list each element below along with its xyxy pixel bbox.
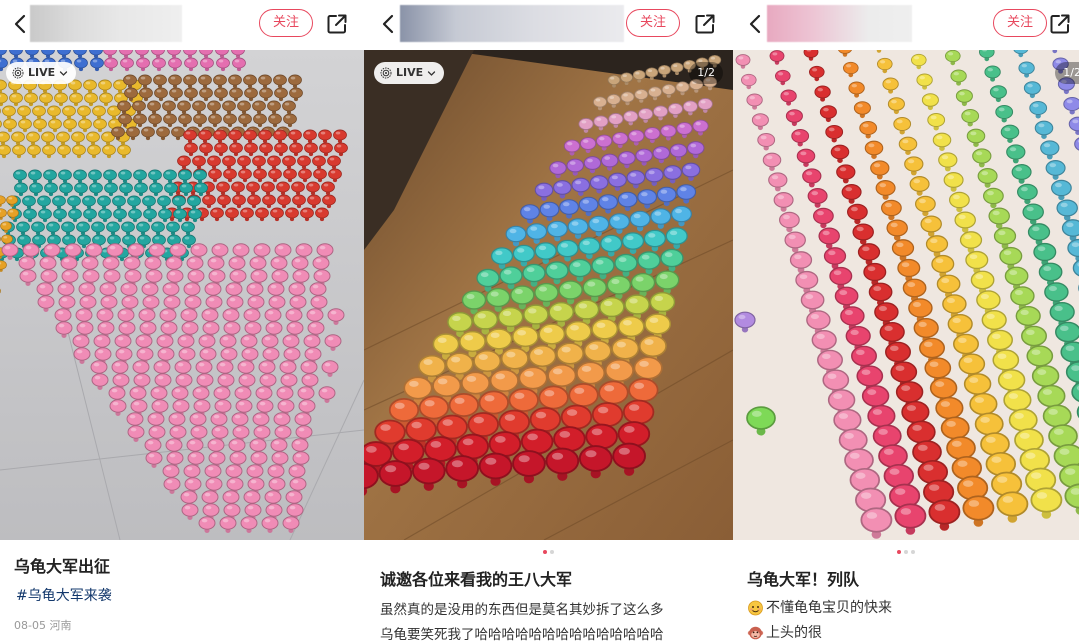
chevron-down-icon — [427, 70, 436, 76]
follow-button[interactable]: 关注 — [993, 9, 1047, 37]
author-info-blurred[interactable] — [30, 5, 182, 42]
carousel-dots — [364, 550, 733, 556]
post-photo[interactable] — [0, 50, 364, 540]
post-text: 不懂龟龟宝贝的快来 — [766, 600, 892, 616]
chevron-left-icon[interactable] — [378, 12, 400, 36]
follow-button[interactable]: 关注 — [259, 9, 313, 37]
face-emoji-icon — [748, 600, 763, 615]
chevron-down-icon — [59, 70, 68, 76]
share-icon[interactable] — [1049, 13, 1071, 35]
carousel-dot[interactable] — [543, 550, 547, 554]
post-panel-1: 关注 LIVE 乌龟大军出征 #乌龟大军来袭 08-05 河南 — [0, 0, 364, 642]
carousel-dot[interactable] — [911, 550, 915, 554]
post-title[interactable]: 乌龟大军！列队 — [747, 566, 859, 590]
post-text-line: 上头的很 — [747, 622, 822, 642]
post-description-line: 乌龟要笑死我了哈哈哈哈哈哈哈哈哈哈哈哈哈哈 — [380, 627, 664, 642]
carousel-dot[interactable] — [897, 550, 901, 554]
post-panel-2: 关注 LIVE 1/2 诚邀各位来看我的王八大军 虽然真的是没用的东西但是莫名其… — [364, 0, 733, 642]
live-icon — [380, 67, 392, 79]
post-title[interactable]: 诚邀各位来看我的王八大军 — [380, 566, 572, 590]
chevron-left-icon[interactable] — [745, 12, 767, 36]
live-photo-badge[interactable]: LIVE — [374, 62, 445, 84]
post-photo[interactable] — [733, 50, 1079, 540]
share-icon[interactable] — [694, 13, 716, 35]
hashtag-link[interactable]: #乌龟大军来袭 — [16, 585, 112, 605]
carousel-dot[interactable] — [550, 550, 554, 554]
post-text-line: 不懂龟龟宝贝的快来 — [747, 597, 892, 617]
author-info-blurred[interactable] — [767, 5, 912, 42]
live-label: LIVE — [396, 66, 424, 79]
image-page-counter: 1/2 — [689, 62, 723, 84]
live-icon — [12, 67, 24, 79]
image-page-counter: 1/2 — [1055, 62, 1079, 84]
monkey-emoji-icon — [747, 626, 764, 639]
post-text: 上头的很 — [766, 625, 822, 641]
post-header: 关注 — [364, 0, 733, 50]
share-icon[interactable] — [326, 13, 348, 35]
post-description-line: 虽然真的是没用的东西但是莫名其妙拆了这么多 — [380, 602, 664, 618]
follow-button[interactable]: 关注 — [626, 9, 680, 37]
post-title[interactable]: 乌龟大军出征 — [14, 553, 110, 577]
author-info-blurred[interactable] — [400, 5, 624, 42]
live-label: LIVE — [28, 66, 56, 79]
post-date-location: 08-05 河南 — [14, 619, 72, 632]
post-photo[interactable] — [364, 50, 733, 540]
live-photo-badge[interactable]: LIVE — [6, 62, 77, 84]
post-panel-3: 关注 1/2 乌龟大军！列队 不懂龟龟宝贝的快来 上头的很 — [733, 0, 1079, 642]
carousel-dot[interactable] — [904, 550, 908, 554]
carousel-dots — [733, 550, 1079, 556]
post-header: 关注 — [0, 0, 364, 50]
post-header: 关注 — [733, 0, 1079, 50]
chevron-left-icon[interactable] — [10, 12, 32, 36]
